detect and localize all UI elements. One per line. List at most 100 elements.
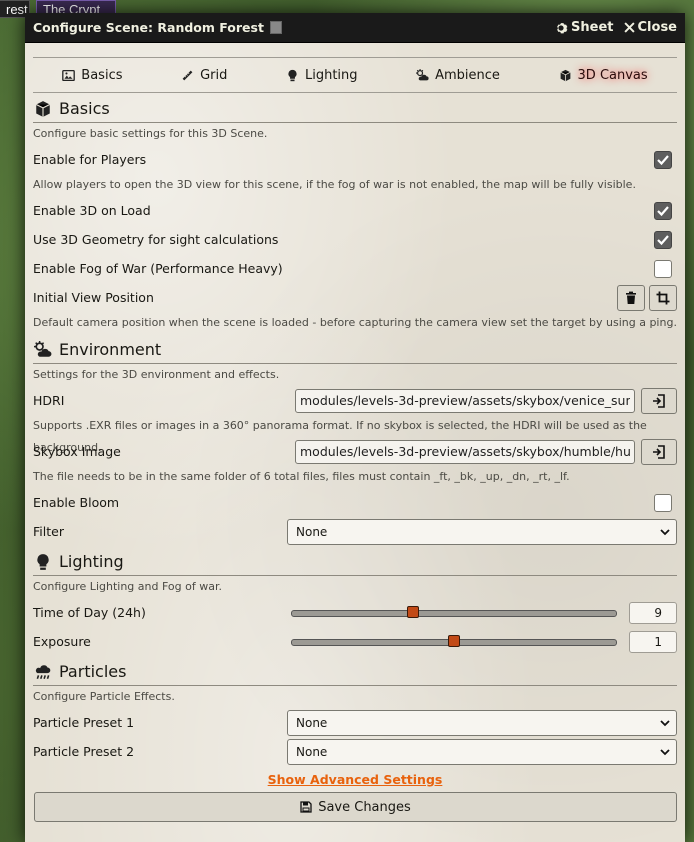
lightbulb-icon: [288, 69, 297, 81]
basics-hint: Configure basic settings for this 3D Sce…: [33, 127, 268, 140]
close-button[interactable]: Close: [623, 20, 677, 35]
initial-view-label: Initial View Position: [33, 290, 154, 305]
particle-preset-1-value: None: [296, 715, 328, 730]
clear-view-button[interactable]: [617, 284, 645, 311]
sheet-button-label: Sheet: [571, 20, 614, 35]
show-advanced-settings-link[interactable]: Show Advanced Settings: [33, 772, 677, 788]
trash-icon: [626, 291, 636, 304]
time-of-day-value[interactable]: 9: [629, 601, 677, 624]
exposure-label: Exposure: [33, 634, 91, 649]
skybox-file-picker-button[interactable]: [641, 438, 677, 465]
check-icon: [657, 154, 669, 165]
enable-bloom-row: Enable Bloom: [33, 488, 677, 517]
skybox-hint: The file needs to be in the same folder …: [33, 470, 570, 483]
enable-fog-label: Enable Fog of War (Performance Heavy): [33, 261, 283, 276]
save-changes-button[interactable]: Save Changes: [34, 792, 677, 822]
section-title-particles: Particles: [59, 662, 127, 681]
use-3d-geometry-checkbox[interactable]: [654, 230, 672, 249]
window-title: Configure Scene: Random Forest: [33, 20, 264, 35]
tab-bar: Basics Grid Lighting Ambience 3D Canvas: [33, 57, 677, 93]
enable-for-players-checkbox[interactable]: [654, 150, 672, 169]
chevron-down-icon: [660, 528, 670, 535]
enable-for-players-hint: Allow players to open the 3D view for th…: [33, 178, 636, 191]
time-of-day-row: Time of Day (24h) 9: [33, 598, 677, 627]
enable-bloom-label: Enable Bloom: [33, 495, 120, 510]
section-title-lighting: Lighting: [59, 552, 124, 571]
image-icon: [62, 69, 76, 81]
skybox-label: Skybox Image: [33, 444, 121, 459]
filter-select[interactable]: None: [287, 518, 677, 545]
lightbulb-icon: [37, 553, 49, 570]
filter-label: Filter: [33, 524, 64, 539]
time-of-day-label: Time of Day (24h): [33, 605, 146, 620]
enable-3d-on-load-label: Enable 3D on Load: [33, 203, 151, 218]
enable-fog-row: Enable Fog of War (Performance Heavy): [33, 254, 677, 283]
gear-icon: [557, 22, 568, 33]
section-header-environment: Environment: [33, 336, 677, 364]
particle-preset-1-select[interactable]: None: [287, 709, 677, 736]
skybox-input[interactable]: [295, 439, 635, 464]
particle-preset-1-row: Particle Preset 1 None: [33, 708, 677, 737]
section-header-lighting: Lighting: [33, 548, 677, 576]
particles-hint: Configure Particle Effects.: [33, 690, 175, 703]
section-header-particles: Particles: [33, 658, 677, 686]
document-id-icon[interactable]: [269, 21, 282, 34]
file-import-icon: [653, 393, 665, 408]
crop-icon: [656, 291, 670, 304]
tab-grid[interactable]: Grid: [175, 66, 233, 85]
tab-3d-canvas[interactable]: 3D Canvas: [553, 66, 654, 85]
enable-3d-on-load-row: Enable 3D on Load: [33, 196, 677, 225]
lighting-hint: Configure Lighting and Fog of war.: [33, 580, 222, 593]
enable-for-players-label: Enable for Players: [33, 152, 147, 167]
enable-bloom-checkbox[interactable]: [654, 493, 672, 512]
tab-ambience-label: Ambience: [435, 67, 500, 83]
section-title-basics: Basics: [59, 99, 110, 118]
particle-preset-2-label: Particle Preset 2: [33, 744, 135, 759]
enable-for-players-row: Enable for Players: [33, 145, 677, 174]
hdri-hint: Supports .EXR files or images in a 360° …: [33, 419, 647, 454]
file-import-icon: [653, 444, 665, 459]
particle-preset-2-value: None: [296, 744, 328, 759]
section-header-basics: Basics: [33, 95, 677, 123]
time-of-day-slider[interactable]: [291, 603, 617, 623]
tab-lighting[interactable]: Lighting: [280, 66, 364, 85]
tab-grid-label: Grid: [200, 67, 228, 83]
save-icon: [300, 801, 312, 813]
environment-hint: Settings for the 3D environment and effe…: [33, 368, 280, 381]
enable-fog-checkbox[interactable]: [654, 259, 672, 278]
particle-preset-2-row: Particle Preset 2 None: [33, 737, 677, 766]
slider-thumb[interactable]: [407, 605, 420, 618]
tab-lighting-label: Lighting: [304, 67, 358, 83]
initial-view-row: Initial View Position: [33, 283, 677, 312]
window-title-group: Configure Scene: Random Forest: [33, 20, 544, 35]
hdri-label: HDRI: [33, 393, 65, 408]
ruler-icon: [182, 70, 193, 80]
tab-basics[interactable]: Basics: [56, 66, 128, 85]
tab-3d-canvas-label: 3D Canvas: [577, 67, 648, 83]
hdri-file-picker-button[interactable]: [641, 387, 677, 414]
slider-thumb[interactable]: [448, 634, 460, 647]
particle-preset-1-label: Particle Preset 1: [33, 715, 135, 730]
tab-ambience[interactable]: Ambience: [410, 66, 506, 85]
hdri-row: HDRI: [33, 386, 677, 415]
capture-view-button[interactable]: [649, 284, 677, 311]
close-button-label: Close: [637, 20, 677, 35]
enable-3d-on-load-checkbox[interactable]: [654, 201, 672, 220]
cloud-sun-icon: [416, 68, 429, 80]
slider-track: [291, 609, 617, 617]
cube-icon: [559, 69, 571, 81]
exposure-slider[interactable]: [291, 632, 617, 652]
cloud-rain-icon: [35, 664, 51, 679]
window-header[interactable]: Configure Scene: Random Forest Sheet Clo…: [25, 13, 685, 43]
exposure-value[interactable]: 1: [629, 630, 677, 653]
check-icon: [657, 234, 669, 245]
close-icon: [623, 22, 635, 33]
hdri-input[interactable]: [295, 388, 635, 413]
initial-view-hint: Default camera position when the scene i…: [33, 316, 677, 329]
filter-row: Filter None: [33, 517, 677, 546]
check-icon: [657, 205, 669, 216]
cube-icon: [35, 100, 51, 117]
particle-preset-2-select[interactable]: None: [287, 738, 677, 765]
sheet-button[interactable]: Sheet: [554, 20, 614, 35]
chevron-down-icon: [660, 748, 670, 755]
